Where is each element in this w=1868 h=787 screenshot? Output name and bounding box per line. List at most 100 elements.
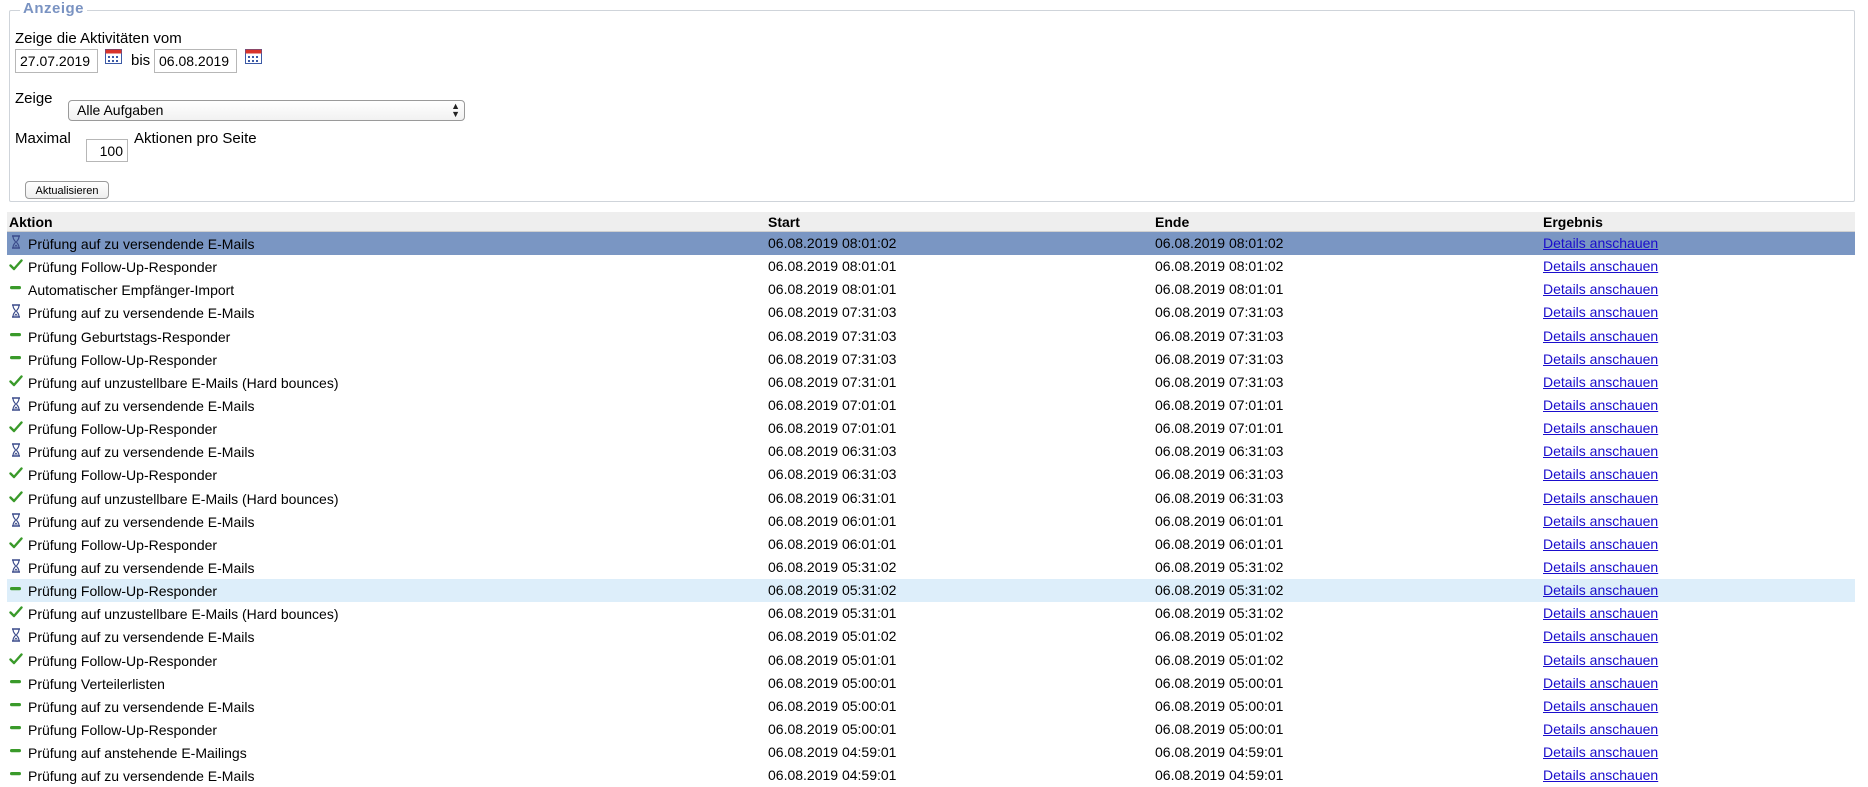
details-link[interactable]: Details anschauen: [1543, 258, 1658, 274]
refresh-button[interactable]: Aktualisieren: [25, 181, 109, 199]
max-actions-input[interactable]: [86, 139, 128, 162]
details-link[interactable]: Details anschauen: [1543, 351, 1658, 367]
row-ende: 06.08.2019 07:31:03: [1155, 373, 1284, 390]
row-ende: 06.08.2019 08:01:01: [1155, 281, 1284, 298]
table-row[interactable]: Prüfung auf zu versendende E-Mails 06.08.…: [7, 556, 1855, 579]
details-link[interactable]: Details anschauen: [1543, 513, 1658, 529]
table-row[interactable]: Prüfung auf zu versendende E-Mails 06.08.…: [7, 440, 1855, 463]
row-ende: 06.08.2019 05:01:02: [1155, 628, 1284, 645]
row-start: 06.08.2019 08:01:02: [768, 235, 897, 251]
row-start: 06.08.2019 08:01:01: [768, 281, 897, 298]
details-link[interactable]: Details anschauen: [1543, 235, 1658, 251]
row-start: 06.08.2019 05:31:02: [768, 582, 897, 599]
table-row[interactable]: Prüfung auf zu versendende E-Mails 06.08.…: [7, 625, 1855, 648]
calendar-icon[interactable]: [105, 49, 122, 64]
details-link[interactable]: Details anschauen: [1543, 281, 1658, 297]
table-row[interactable]: Prüfung Geburtstags-Responder 06.08.2019 …: [7, 325, 1855, 348]
row-start: 06.08.2019 07:31:03: [768, 350, 897, 367]
row-aktion: Prüfung auf zu versendende E-Mails: [28, 768, 255, 785]
row-aktion: Prüfung Follow-Up-Responder: [28, 259, 218, 276]
row-start: 06.08.2019 07:01:01: [768, 396, 897, 413]
calendar-icon[interactable]: [245, 49, 262, 64]
table-row[interactable]: Prüfung auf unzustellbare E-Mails (Hard …: [7, 487, 1855, 510]
details-link[interactable]: Details anschauen: [1543, 374, 1658, 390]
filter-legend: Anzeige: [20, 0, 88, 17]
row-aktion: Prüfung auf zu versendende E-Mails: [28, 305, 255, 322]
details-link[interactable]: Details anschauen: [1543, 466, 1658, 482]
row-aktion: Prüfung Follow-Up-Responder: [28, 583, 218, 600]
details-link[interactable]: Details anschauen: [1543, 767, 1658, 783]
details-link[interactable]: Details anschauen: [1543, 721, 1658, 737]
table-row[interactable]: Prüfung Follow-Up-Responder 06.08.2019 08…: [7, 255, 1855, 278]
row-aktion: Prüfung Verteilerlisten: [28, 675, 165, 692]
table-row[interactable]: Automatischer Empfänger-Import 06.08.2019…: [7, 278, 1855, 301]
row-start: 06.08.2019 06:01:01: [768, 535, 897, 552]
row-start: 06.08.2019 07:31:03: [768, 304, 897, 321]
details-link[interactable]: Details anschauen: [1543, 628, 1658, 644]
table-row[interactable]: Prüfung Follow-Up-Responder 06.08.2019 07…: [7, 417, 1855, 440]
activity-table: Aktion Start Ende Ergebnis Prüfung auf z…: [7, 212, 1855, 787]
row-ende: 06.08.2019 05:00:01: [1155, 720, 1284, 737]
details-link[interactable]: Details anschauen: [1543, 304, 1658, 320]
row-start: 06.08.2019 07:31:01: [768, 373, 897, 390]
header-start[interactable]: Start: [768, 214, 800, 230]
details-link[interactable]: Details anschauen: [1543, 420, 1658, 436]
table-row[interactable]: Prüfung auf zu versendende E-Mails 06.08.…: [7, 764, 1855, 787]
table-row[interactable]: Prüfung Follow-Up-Responder 06.08.2019 05…: [7, 579, 1855, 603]
row-ende: 06.08.2019 04:59:01: [1155, 744, 1284, 761]
table-row[interactable]: Prüfung auf unzustellbare E-Mails (Hard …: [7, 371, 1855, 394]
details-link[interactable]: Details anschauen: [1543, 582, 1658, 598]
details-link[interactable]: Details anschauen: [1543, 536, 1658, 552]
details-link[interactable]: Details anschauen: [1543, 698, 1658, 714]
row-ende: 06.08.2019 08:01:02: [1155, 235, 1284, 251]
row-ende: 06.08.2019 05:31:02: [1155, 558, 1284, 575]
table-row[interactable]: Prüfung Follow-Up-Responder 06.08.2019 07…: [7, 348, 1855, 371]
row-ende: 06.08.2019 06:01:01: [1155, 512, 1284, 529]
table-row[interactable]: Prüfung auf zu versendende E-Mails 06.08.…: [7, 394, 1855, 417]
row-aktion: Prüfung auf zu versendende E-Mails: [28, 629, 255, 646]
row-aktion: Prüfung Follow-Up-Responder: [28, 652, 218, 669]
table-row[interactable]: Prüfung auf zu versendende E-Mails 06.08.…: [7, 301, 1855, 324]
row-start: 06.08.2019 05:00:01: [768, 697, 897, 714]
header-aktion[interactable]: Aktion: [9, 214, 53, 230]
date-to-input[interactable]: [154, 49, 237, 73]
table-row[interactable]: Prüfung auf zu versendende E-Mails 06.08.…: [7, 232, 1855, 256]
details-link[interactable]: Details anschauen: [1543, 744, 1658, 760]
row-start: 06.08.2019 05:00:01: [768, 674, 897, 691]
row-ende: 06.08.2019 07:01:01: [1155, 420, 1284, 437]
row-aktion: Prüfung auf zu versendende E-Mails: [28, 236, 255, 252]
table-row[interactable]: Prüfung Follow-Up-Responder 06.08.2019 05…: [7, 649, 1855, 672]
row-ende: 06.08.2019 06:31:03: [1155, 466, 1284, 483]
table-row[interactable]: Prüfung Verteilerlisten 06.08.2019 05:00:…: [7, 672, 1855, 695]
details-link[interactable]: Details anschauen: [1543, 675, 1658, 691]
details-link[interactable]: Details anschauen: [1543, 605, 1658, 621]
row-start: 06.08.2019 04:59:01: [768, 744, 897, 761]
details-link[interactable]: Details anschauen: [1543, 328, 1658, 344]
header-ende[interactable]: Ende: [1155, 214, 1189, 230]
date-from-input[interactable]: [15, 49, 98, 73]
header-ergebnis[interactable]: Ergebnis: [1543, 214, 1603, 230]
details-link[interactable]: Details anschauen: [1543, 490, 1658, 506]
task-type-select-value: Alle Aufgaben: [77, 102, 164, 118]
details-link[interactable]: Details anschauen: [1543, 397, 1658, 413]
table-row[interactable]: Prüfung auf zu versendende E-Mails 06.08.…: [7, 510, 1855, 533]
details-link[interactable]: Details anschauen: [1543, 443, 1658, 459]
details-link[interactable]: Details anschauen: [1543, 652, 1658, 668]
table-row[interactable]: Prüfung auf anstehende E-Mailings 06.08.2…: [7, 741, 1855, 764]
date-range-label: Zeige die Aktivitäten vom: [15, 30, 182, 47]
row-aktion: Prüfung Follow-Up-Responder: [28, 421, 218, 438]
select-arrows-icon: ▲ ▼: [451, 101, 460, 119]
row-aktion: Prüfung Follow-Up-Responder: [28, 467, 218, 484]
row-aktion: Prüfung Follow-Up-Responder: [28, 536, 218, 553]
task-type-select[interactable]: Alle Aufgaben ▲ ▼: [68, 100, 465, 121]
table-row[interactable]: Prüfung Follow-Up-Responder 06.08.2019 05…: [7, 718, 1855, 741]
row-ende: 06.08.2019 05:00:01: [1155, 697, 1284, 714]
table-body: Prüfung auf zu versendende E-Mails 06.08.…: [7, 232, 1855, 787]
show-label: Zeige: [15, 90, 53, 107]
table-row[interactable]: Prüfung auf zu versendende E-Mails 06.08.…: [7, 695, 1855, 718]
table-row[interactable]: Prüfung Follow-Up-Responder 06.08.2019 06…: [7, 463, 1855, 486]
row-ende: 06.08.2019 05:00:01: [1155, 674, 1284, 691]
details-link[interactable]: Details anschauen: [1543, 559, 1658, 575]
table-row[interactable]: Prüfung auf unzustellbare E-Mails (Hard …: [7, 602, 1855, 625]
table-row[interactable]: Prüfung Follow-Up-Responder 06.08.2019 06…: [7, 533, 1855, 556]
